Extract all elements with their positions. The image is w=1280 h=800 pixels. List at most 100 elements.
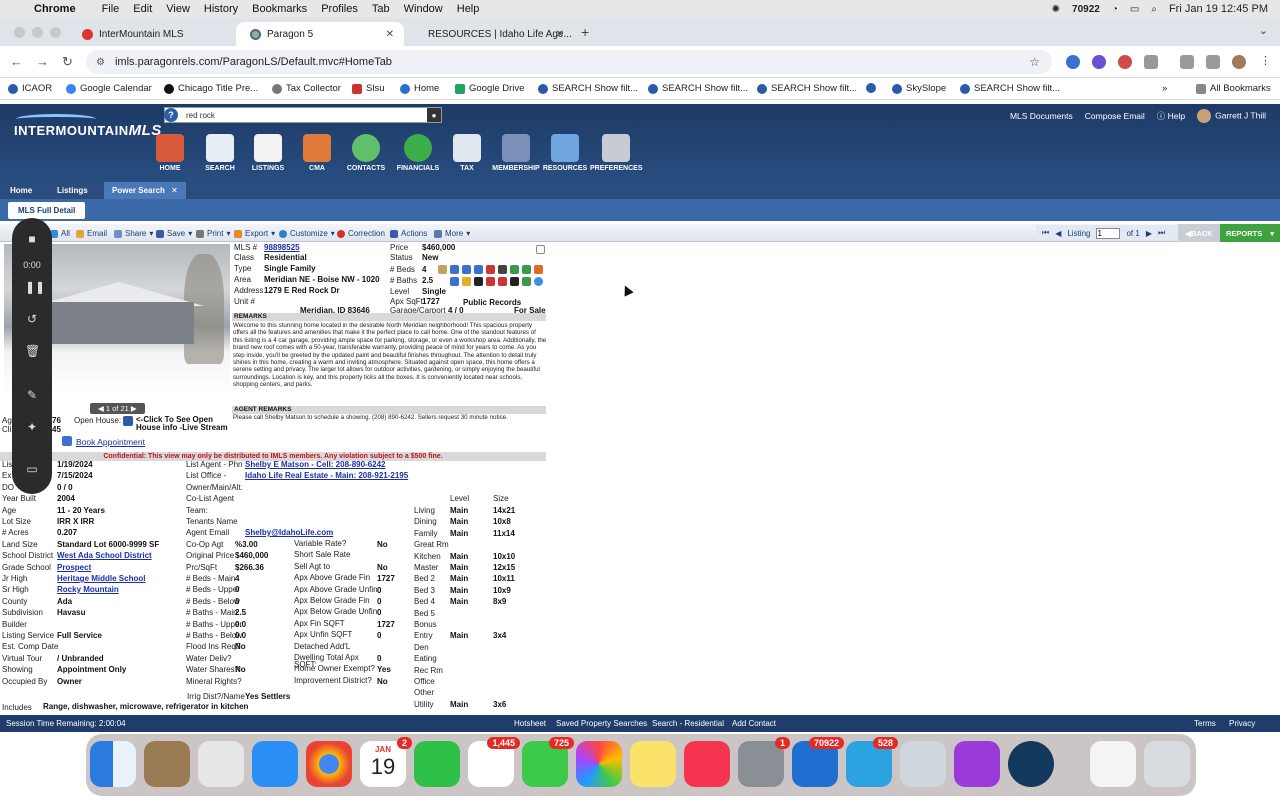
menu-file[interactable]: File [102, 3, 120, 15]
trash-icon[interactable] [1144, 741, 1190, 787]
window-minimize-button[interactable] [32, 27, 43, 38]
bookmark-item[interactable]: SEARCH Show filt... [648, 83, 748, 94]
hotsheet-link[interactable]: Hotsheet [514, 719, 546, 728]
all-bookmarks[interactable]: All Bookmarks [1196, 83, 1271, 94]
bookmark-item[interactable]: SEARCH Show filt... [538, 83, 638, 94]
contacts-app-icon[interactable] [144, 741, 190, 787]
nav-contacts[interactable]: CONTACTS [340, 134, 392, 172]
tab-resources[interactable]: RESOURCES | Idaho Life Age... ✕ [414, 22, 574, 46]
extension-zoom-icon[interactable] [1066, 55, 1080, 69]
bookmark-item[interactable]: Chicago Title Pre... [164, 83, 258, 94]
customize-button[interactable]: Customize ▾ [279, 229, 335, 238]
tab-listings[interactable]: Listings [57, 186, 88, 195]
bookmark-item[interactable]: SkySlope [892, 83, 946, 94]
prev-page-icon[interactable]: ◀ [1055, 229, 1061, 238]
nav-search[interactable]: SEARCH [194, 134, 246, 172]
menu-help[interactable]: Help [457, 3, 480, 15]
quick-search-box[interactable]: ? red rock ● [164, 107, 442, 123]
quick-search-input[interactable]: red rock [182, 111, 427, 120]
saved-searches-link[interactable]: Saved Property Searches [556, 719, 647, 728]
open-house-link-line2[interactable]: House info -Live Stream [136, 423, 228, 432]
status-gear-icon[interactable]: ✺ [1052, 4, 1060, 15]
more-button[interactable]: More ▾ [434, 229, 470, 238]
help-link[interactable]: ⓘ Help [1157, 110, 1185, 122]
profile-avatar[interactable] [1232, 55, 1246, 69]
nav-resources[interactable]: RESOURCES [539, 134, 591, 172]
intermountain-mls-logo[interactable]: INTERMOUNTAINMLS [14, 114, 162, 139]
bookmark-item[interactable]: ICAOR [8, 83, 52, 94]
menu-app-name[interactable]: Chrome [34, 3, 76, 15]
nav-preferences[interactable]: PREFERENCES [590, 134, 643, 172]
reload-icon[interactable]: ↻ [62, 54, 73, 70]
user-menu[interactable]: Garrett J Thill [1197, 109, 1266, 123]
launchpad-icon[interactable] [198, 741, 244, 787]
menu-window[interactable]: Window [404, 3, 443, 15]
menu-kebab-icon[interactable]: ⋮ [1260, 54, 1271, 67]
window-zoom-button[interactable] [50, 27, 61, 38]
chrome-icon[interactable] [306, 741, 352, 787]
address-bar[interactable]: ⚙ imls.paragonrels.com/ParagonLS/Default… [86, 50, 1052, 74]
mls-full-detail-tab[interactable]: MLS Full Detail [8, 202, 86, 219]
select-listing-checkbox[interactable] [536, 245, 545, 254]
extension-gear-icon[interactable] [1092, 55, 1106, 69]
tab-power-search[interactable]: Power Search ✕ [104, 182, 186, 199]
status-count[interactable]: 70922 [1072, 4, 1100, 15]
effects-icon[interactable]: ✦ [25, 420, 39, 434]
pager-input[interactable] [1096, 227, 1121, 239]
bookmark-item[interactable]: SEARCH Show filt... [757, 83, 857, 94]
sidepanel-icon[interactable] [1206, 55, 1220, 69]
bookmark-item[interactable]: Tax Collector [272, 83, 341, 94]
tab-search-icon[interactable]: ⌄ [1259, 24, 1268, 37]
compose-email-link[interactable]: Compose Email [1085, 111, 1145, 121]
tab-home[interactable]: Home [10, 186, 32, 195]
extension-red-icon[interactable] [1118, 55, 1132, 69]
save-button[interactable]: Save ▾ [156, 229, 192, 238]
document-stack-icon[interactable] [1090, 741, 1136, 787]
detail-link[interactable]: Rocky Mountain [57, 585, 119, 594]
preview-icon[interactable] [900, 741, 946, 787]
menu-bookmarks[interactable]: Bookmarks [252, 3, 307, 15]
nav-cma[interactable]: CMA [291, 134, 343, 172]
detail-link[interactable]: Idaho Life Real Estate - Main: 208-921-2… [245, 471, 408, 480]
photos-icon[interactable] [576, 741, 622, 787]
bookmark-item[interactable]: SEARCH Show filt... [960, 83, 1060, 94]
close-tab-icon[interactable]: ✕ [556, 29, 564, 40]
live-stream-icon[interactable] [123, 416, 133, 426]
correction-button[interactable]: Correction [337, 229, 385, 238]
next-page-icon[interactable]: ▶ [1146, 229, 1152, 238]
bookmark-item[interactable]: Google Calendar [66, 83, 152, 94]
system-settings-icon[interactable]: 1 [738, 737, 790, 787]
menu-tab[interactable]: Tab [372, 3, 390, 15]
reminders-icon[interactable]: 1,445 [468, 737, 520, 787]
back-button[interactable]: ◀ BACK [1178, 224, 1220, 242]
search-residential-link[interactable]: Search - Residential [652, 719, 724, 728]
last-page-icon[interactable]: ⏭ [1158, 228, 1165, 238]
status-wifi-icon[interactable]: ◔ [1112, 4, 1118, 15]
delete-icon[interactable]: 🗑 [25, 344, 40, 358]
prev-photo-icon[interactable]: ◀ [98, 404, 106, 413]
mls-number-link[interactable]: 98898525 [264, 243, 300, 252]
microphone-icon[interactable]: ● [427, 108, 441, 122]
email-button[interactable]: Email [76, 229, 107, 238]
camera-icon[interactable]: ▭ [25, 462, 39, 476]
app-icon[interactable] [1008, 741, 1054, 787]
detail-link[interactable]: Heritage Middle School [57, 574, 145, 583]
bookmark-item[interactable] [866, 83, 876, 93]
detail-link[interactable]: Shelby E Matson - Cell: 208-890-6242 [245, 460, 386, 469]
bookmark-item[interactable]: Home [400, 83, 439, 94]
app-store-icon[interactable] [252, 741, 298, 787]
new-tab-icon[interactable]: + [581, 24, 589, 40]
notes-icon[interactable] [630, 741, 676, 787]
bookmarks-overflow-icon[interactable]: » [1162, 83, 1167, 94]
menu-profiles[interactable]: Profiles [321, 3, 358, 15]
menu-edit[interactable]: Edit [133, 3, 152, 15]
download-icon[interactable] [1180, 55, 1194, 69]
add-contact-link[interactable]: Add Contact [732, 719, 776, 728]
nav-membership[interactable]: MEMBERSHIP [490, 134, 542, 172]
outlook-icon[interactable]: 70922 [792, 737, 844, 787]
menu-history[interactable]: History [204, 3, 238, 15]
select-all-button[interactable]: All [50, 229, 70, 238]
nav-listings[interactable]: LISTINGS [242, 134, 294, 172]
podcasts-icon[interactable] [954, 741, 1000, 787]
detail-link[interactable]: West Ada School District [57, 551, 152, 560]
